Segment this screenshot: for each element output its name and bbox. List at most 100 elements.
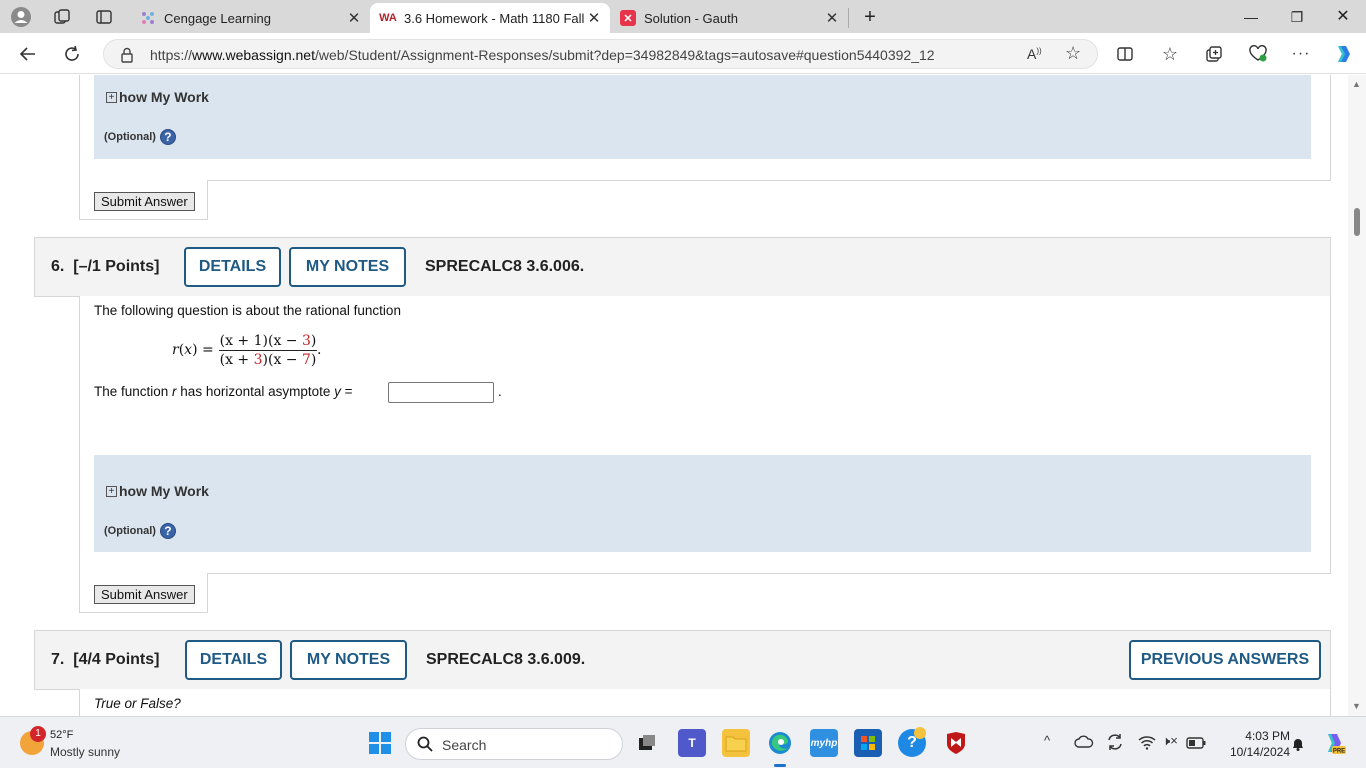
optional-label: (Optional) ? (104, 129, 176, 145)
sync-icon[interactable] (1106, 733, 1124, 756)
more-options-icon[interactable]: ··· (1289, 42, 1313, 66)
favorites-icon[interactable]: ☆ (1158, 42, 1182, 66)
myhp-icon[interactable]: myhp (810, 729, 838, 757)
search-icon (416, 735, 434, 758)
edge-icon[interactable] (766, 729, 794, 757)
tab-webassign[interactable]: WA 3.6 Homework - Math 1180 Fall 2 ✕ (370, 3, 610, 33)
new-tab-icon[interactable]: + (855, 6, 885, 28)
asymptote-answer-input[interactable] (388, 382, 494, 403)
browser-toolbar: https://www.webassign.net/web/Student/As… (0, 33, 1366, 74)
close-tab-icon[interactable]: ✕ (584, 9, 604, 27)
browser-essentials-icon[interactable] (1246, 42, 1270, 66)
webassign-favicon-icon: WA (379, 12, 397, 24)
show-my-work-panel: + how My Work (Optional) ? (94, 455, 1311, 552)
details-button[interactable]: DETAILS (185, 640, 282, 680)
collections-icon[interactable] (1202, 42, 1226, 66)
wifi-icon[interactable] (1138, 734, 1156, 755)
question-number: 6. [–/1 Points] (51, 258, 160, 275)
windows-start-icon[interactable] (366, 729, 394, 757)
my-notes-button[interactable]: MY NOTES (290, 640, 407, 680)
scroll-up-icon[interactable]: ▲ (1352, 79, 1361, 89)
profile-icon[interactable] (10, 6, 32, 28)
function-period: . (317, 342, 322, 358)
copilot-icon[interactable] (1331, 42, 1355, 66)
close-tab-icon[interactable]: ✕ (344, 9, 364, 27)
system-clock[interactable]: 4:03 PM 10/14/2024 (1214, 728, 1290, 760)
fraction-bar (219, 350, 317, 351)
onedrive-icon[interactable] (1074, 735, 1094, 754)
restore-icon[interactable]: ❐ (1282, 6, 1312, 28)
answer-period: . (498, 384, 502, 399)
tab-gauth[interactable]: ✕ Solution - Gauth ✕ (610, 3, 848, 33)
my-notes-button[interactable]: MY NOTES (289, 247, 406, 287)
back-icon[interactable] (16, 42, 40, 66)
show-my-work-toggle[interactable]: + how My Work (106, 483, 209, 499)
tab-divider (848, 8, 849, 28)
clock-date: 10/14/2024 (1229, 745, 1290, 759)
weather-badge: 1 (30, 726, 46, 742)
question-6-header: 6. [–/1 Points] DETAILS MY NOTES SPRECAL… (34, 237, 1331, 297)
cengage-favicon-icon (140, 10, 156, 26)
notification-bell-icon[interactable] (1290, 736, 1306, 757)
lock-icon[interactable] (120, 47, 134, 68)
question-code: SPRECALC8 3.6.006. (425, 258, 585, 275)
submit-area: Submit Answer (79, 573, 208, 613)
show-my-work-toggle[interactable]: + how My Work (106, 89, 209, 105)
task-view-icon[interactable] (633, 729, 661, 757)
teams-icon[interactable]: T (678, 729, 706, 757)
address-bar[interactable]: https://www.webassign.net/web/Student/As… (103, 39, 1098, 69)
favorite-star-icon[interactable]: ☆ (1065, 43, 1081, 64)
weather-desc: Mostly sunny (50, 745, 121, 759)
question-intro: The following question is about the rati… (94, 303, 401, 318)
clock-time: 4:03 PM (1245, 729, 1290, 743)
copilot-pre-icon[interactable]: PRE (1322, 731, 1346, 760)
help-icon[interactable]: ? (159, 523, 176, 539)
refresh-icon[interactable] (60, 42, 84, 66)
minimize-icon[interactable]: — (1236, 6, 1266, 28)
tab-title: 3.6 Homework - Math 1180 Fall 2 (404, 10, 584, 26)
tab-cengage[interactable]: Cengage Learning ✕ (130, 3, 370, 33)
help-icon[interactable]: ? (159, 129, 176, 145)
question-code: SPRECALC8 3.6.009. (426, 651, 586, 668)
page-scrollbar[interactable]: ▲ ▼ (1348, 75, 1366, 716)
denominator: (x + 3)(x − 7) (219, 352, 317, 368)
submit-answer-button[interactable]: Submit Answer (94, 192, 195, 211)
split-screen-icon[interactable] (1113, 42, 1137, 66)
show-hidden-icons[interactable]: ^ (1044, 733, 1050, 748)
svg-text:PRE: PRE (1333, 749, 1345, 755)
url-text: https://www.webassign.net/web/Student/As… (150, 47, 935, 63)
taskbar-search[interactable]: Search (405, 728, 623, 760)
question-intro: True or False? (94, 696, 181, 711)
gauth-favicon-icon: ✕ (620, 10, 636, 26)
tab-title: Solution - Gauth (644, 10, 738, 26)
tab-title: Cengage Learning (164, 10, 271, 26)
close-window-icon[interactable]: ✕ (1328, 6, 1358, 28)
numerator: (x + 1)(x − 3) (219, 333, 317, 349)
workspaces-icon[interactable] (51, 6, 73, 28)
notification-dot (914, 727, 926, 739)
read-aloud-icon[interactable]: A)) (1027, 46, 1042, 62)
battery-icon[interactable] (1186, 736, 1206, 754)
previous-answers-button[interactable]: PREVIOUS ANSWERS (1129, 640, 1321, 680)
question-7-body (79, 689, 1331, 716)
tab-actions-icon[interactable] (93, 6, 115, 28)
details-button[interactable]: DETAILS (184, 247, 281, 287)
windows-taskbar: 1 52°F Mostly sunny Search T myhp ? ^ 🕨×… (0, 716, 1366, 768)
volume-muted-icon[interactable]: 🕨× (1162, 733, 1178, 749)
weather-temp: 52°F (50, 729, 74, 741)
file-explorer-icon[interactable] (722, 729, 750, 757)
page-viewport: + how My Work (Optional) ? Submit Answer … (0, 75, 1348, 716)
question-number: 7. [4/4 Points] (51, 651, 160, 668)
scroll-down-icon[interactable]: ▼ (1352, 701, 1361, 711)
submit-answer-button[interactable]: Submit Answer (94, 585, 195, 604)
mcafee-icon[interactable] (942, 729, 970, 757)
expand-plus-icon[interactable]: + (106, 91, 117, 103)
expand-plus-icon[interactable]: + (106, 485, 117, 497)
function-label: r(x) = (172, 342, 214, 358)
close-tab-icon[interactable]: ✕ (822, 9, 842, 27)
scrollbar-thumb[interactable] (1354, 208, 1360, 236)
fraction: (x + 1)(x − 3) (x + 3)(x − 7) (219, 333, 317, 368)
submit-area: Submit Answer (79, 180, 208, 220)
question-7-header: 7. [4/4 Points] DETAILS MY NOTES SPRECAL… (34, 630, 1331, 690)
microsoft-store-icon[interactable] (854, 729, 882, 757)
